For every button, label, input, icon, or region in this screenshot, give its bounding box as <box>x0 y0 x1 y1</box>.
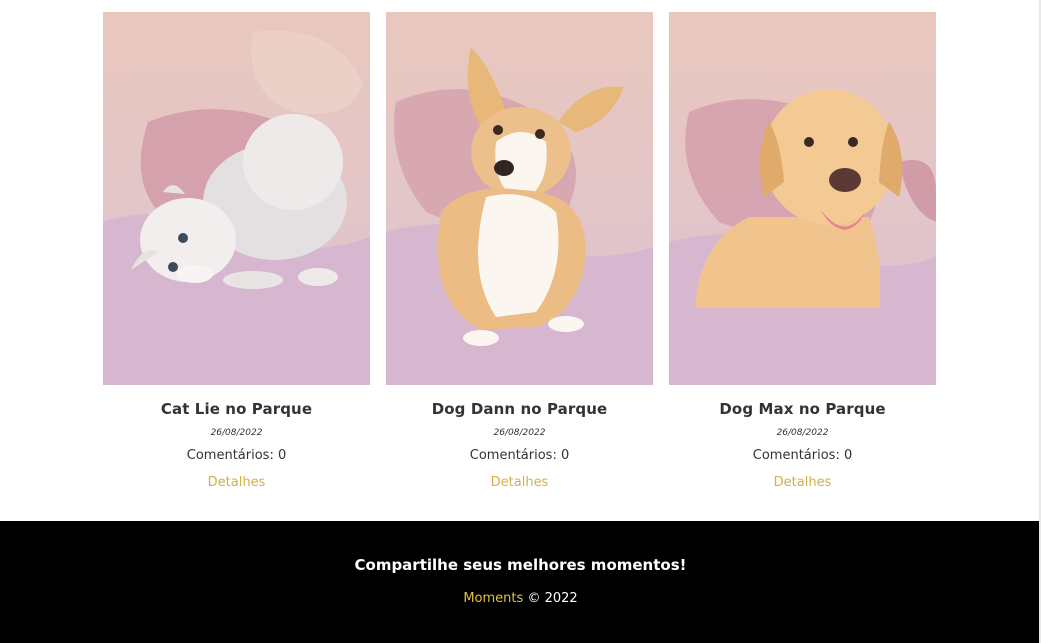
moment-date: 26/08/2022 <box>493 428 546 438</box>
page-footer: Compartilhe seus melhores momentos! Mome… <box>0 521 1041 643</box>
moment-details-link[interactable]: Detalhes <box>774 475 832 491</box>
moment-comments-count: Comentários: 0 <box>752 448 853 463</box>
moment-card: Dog Max no Parque 26/08/2022 Comentários… <box>669 12 936 491</box>
footer-copyright: © 2022 <box>527 591 578 606</box>
moment-image[interactable] <box>669 12 936 385</box>
moment-image[interactable] <box>386 12 653 385</box>
moment-comments-count: Comentários: 0 <box>469 448 570 463</box>
moment-card: Dog Dann no Parque 26/08/2022 Comentário… <box>386 12 653 491</box>
moment-details-link[interactable]: Detalhes <box>208 475 266 491</box>
footer-credit: Moments © 2022 <box>0 591 1041 607</box>
moment-image[interactable] <box>103 12 370 385</box>
moment-title: Dog Max no Parque <box>719 400 886 418</box>
page: Cat Lie no Parque 26/08/2022 Comentários… <box>0 0 1041 643</box>
moment-title: Dog Dann no Parque <box>431 400 608 418</box>
footer-tagline: Compartilhe seus melhores momentos! <box>354 556 687 574</box>
moment-comments-count: Comentários: 0 <box>186 448 287 463</box>
moment-card: Cat Lie no Parque 26/08/2022 Comentários… <box>103 12 370 491</box>
moment-details-link[interactable]: Detalhes <box>491 475 549 491</box>
moments-grid: Cat Lie no Parque 26/08/2022 Comentários… <box>103 12 936 491</box>
moment-date: 26/08/2022 <box>210 428 263 438</box>
footer-brand-link[interactable]: Moments <box>463 591 523 606</box>
moment-date: 26/08/2022 <box>776 428 829 438</box>
moment-title: Cat Lie no Parque <box>160 400 313 418</box>
